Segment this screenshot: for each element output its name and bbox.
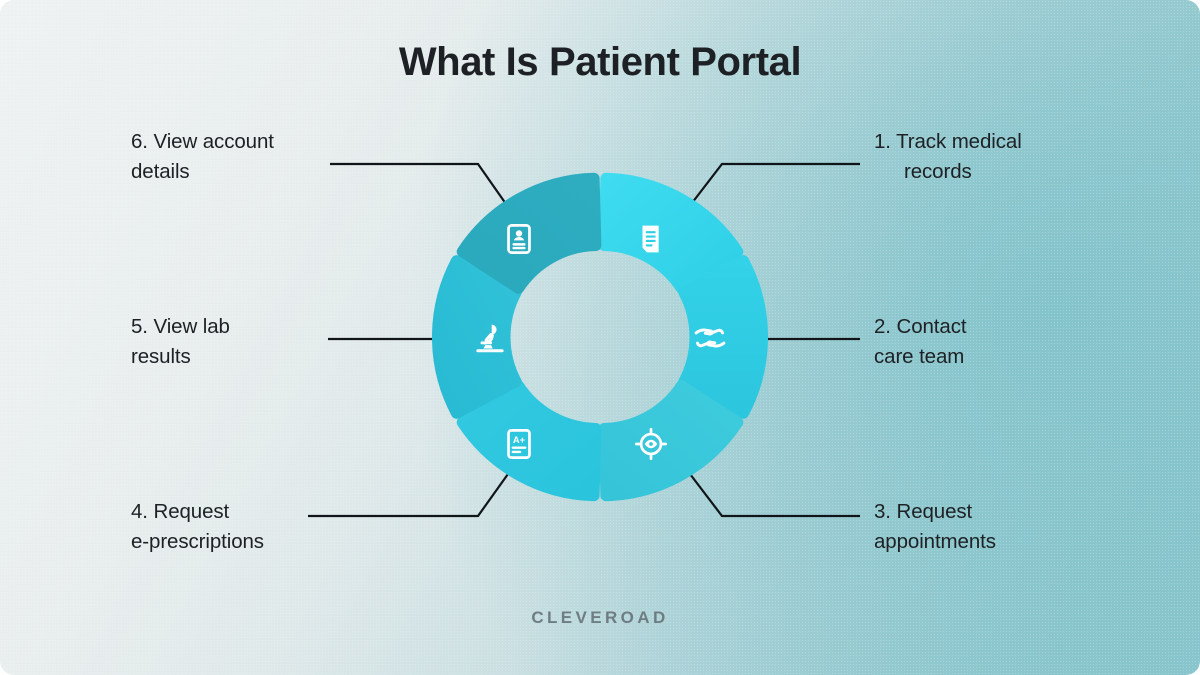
- wheel-label-3-line1: 3. Request: [874, 500, 973, 523]
- wheel-label-3: 3. Request appointments: [874, 497, 1124, 557]
- wheel-label-4-line1: 4. Request: [131, 500, 230, 523]
- wheel-label-4: 4. Request e-prescriptions: [131, 497, 381, 557]
- page-title: What Is Patient Portal: [398, 40, 802, 84]
- wheel-label-4-line2: e-prescriptions: [131, 530, 264, 553]
- wheel-label-1-line1: 1. Track medical: [874, 130, 1022, 153]
- wheel-label-5-line2: results: [131, 345, 191, 368]
- wheel-svg: [432, 172, 768, 502]
- wheel-label-1-line2: records: [904, 160, 972, 183]
- wheel-label-5: 5. View lab results: [131, 312, 381, 372]
- wheel-label-1: 1. Track medical records: [874, 127, 1124, 187]
- wheel-label-6-line2: details: [131, 160, 190, 183]
- wheel-label-6-line1: 6. View account: [131, 130, 274, 153]
- wheel-label-2: 2. Contact care team: [874, 312, 1124, 372]
- wheel-label-6: 6. View account details: [131, 127, 381, 187]
- wheel-label-2-line2: care team: [874, 345, 965, 368]
- brand-wordmark: CLEVEROAD: [531, 608, 669, 627]
- process-wheel: A+: [432, 169, 768, 505]
- wheel-label-3-line2: appointments: [874, 530, 996, 553]
- infographic-canvas: What Is Patient Portal A+ 1. Track medic…: [0, 0, 1200, 675]
- wheel-label-2-line1: 2. Contact: [874, 315, 967, 338]
- wheel-label-5-line1: 5. View lab: [131, 315, 230, 338]
